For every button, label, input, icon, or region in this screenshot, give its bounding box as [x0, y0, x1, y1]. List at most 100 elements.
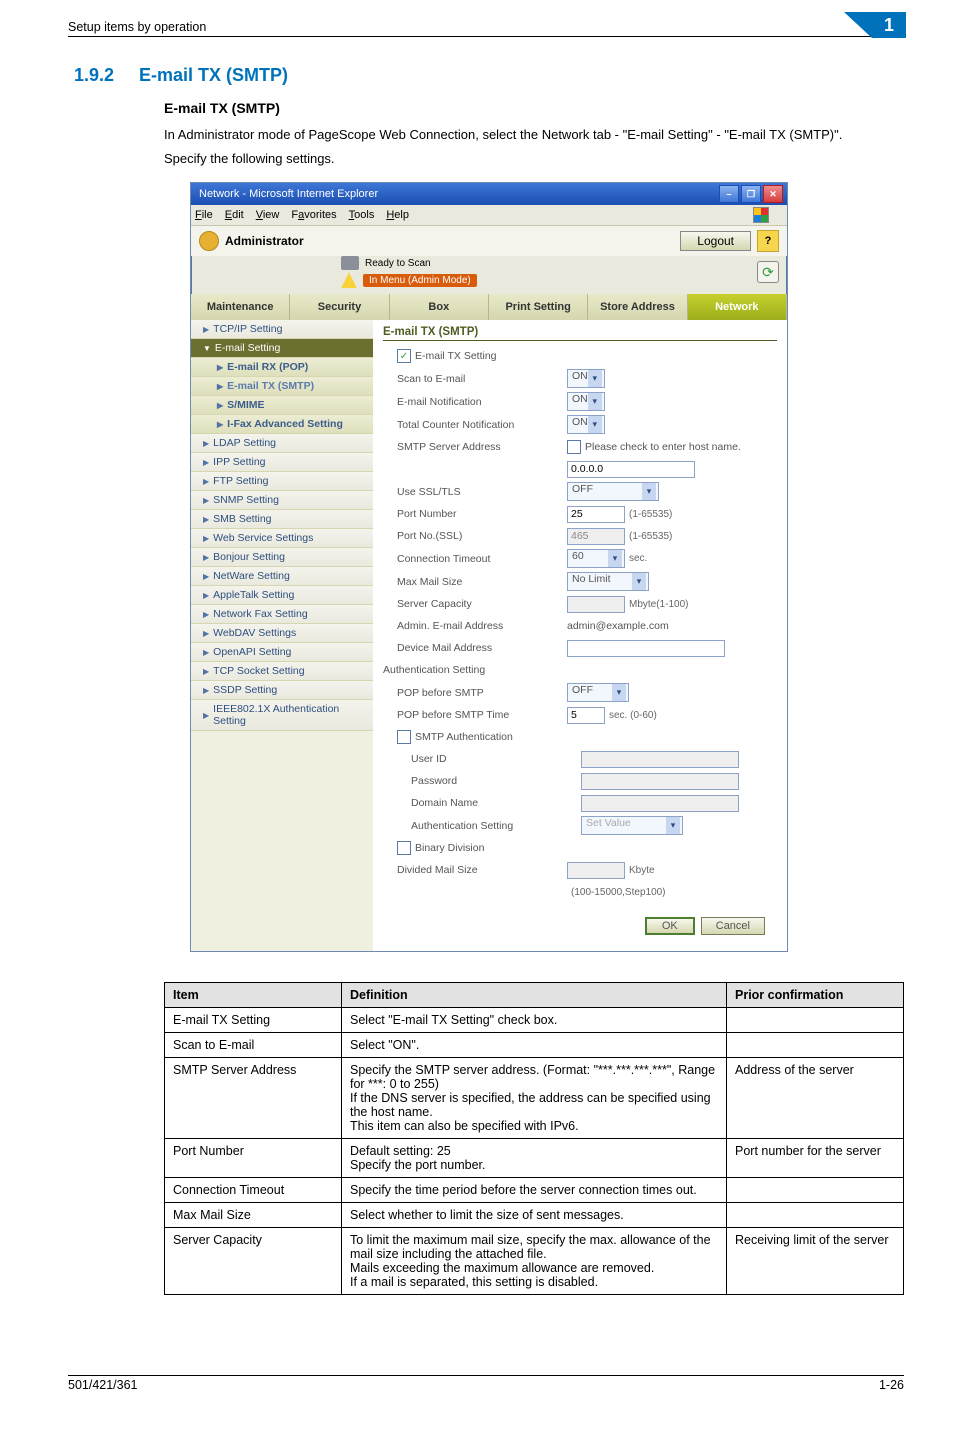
sidebar-item-ftp[interactable]: FTP Setting [191, 472, 373, 491]
ok-button[interactable]: OK [645, 917, 695, 935]
bin-div-checkbox[interactable] [397, 841, 411, 855]
cell-prior: Address of the server [727, 1058, 904, 1139]
sidebar-item-ieee[interactable]: IEEE802.1X Authentication Setting [191, 700, 373, 731]
cell-prior: Port number for the server [727, 1139, 904, 1178]
smtp-auth-checkbox[interactable] [397, 730, 411, 744]
sidebar-item-ws[interactable]: Web Service Settings [191, 529, 373, 548]
menu-bar: FFileile Edit View Favorites Tools Help [191, 205, 787, 226]
dev-mail-input[interactable] [567, 640, 725, 657]
cell-prior [727, 1178, 904, 1203]
tab-box[interactable]: Box [390, 294, 489, 320]
scan-to-email-select[interactable]: ON [567, 369, 605, 388]
pop-before-select[interactable]: OFF [567, 683, 629, 702]
sidebar-item-snmp[interactable]: SNMP Setting [191, 491, 373, 510]
email-notif-select[interactable]: ON [567, 392, 605, 411]
reload-icon[interactable]: ⟳ [757, 261, 779, 283]
use-ssl-select[interactable]: OFF [567, 482, 659, 501]
sidebar-item-ldap[interactable]: LDAP Setting [191, 434, 373, 453]
sidebar-item-tcp[interactable]: TCP/IP Setting [191, 320, 373, 339]
logout-button[interactable]: Logout [680, 231, 751, 251]
pop-time-input[interactable] [567, 707, 605, 724]
sidebar-item-appletalk[interactable]: AppleTalk Setting [191, 586, 373, 605]
menu-tools[interactable]: Tools [349, 209, 375, 221]
status-ready: Ready to Scan [365, 258, 431, 269]
port-ssl-range: (1-65535) [629, 531, 672, 542]
user-id-input[interactable] [581, 751, 739, 768]
sidebar-item-openapi[interactable]: OpenAPI Setting [191, 643, 373, 662]
sidebar-item-smb[interactable]: SMB Setting [191, 510, 373, 529]
div-mail-input[interactable] [567, 862, 625, 879]
menu-favorites[interactable]: Favorites [291, 209, 336, 221]
chapter-number: 1 [872, 12, 906, 38]
smtp-addr-label: SMTP Server Address [397, 441, 567, 453]
domain-input[interactable] [581, 795, 739, 812]
dev-mail-label: Device Mail Address [397, 642, 567, 654]
smtp-addr-input[interactable] [567, 461, 695, 478]
sidebar-item-bonjour[interactable]: Bonjour Setting [191, 548, 373, 567]
user-id-label: User ID [397, 753, 581, 765]
menu-view[interactable]: View [256, 209, 280, 221]
max-mail-select[interactable]: No Limit [567, 572, 649, 591]
tab-security[interactable]: Security [290, 294, 389, 320]
pop-time-unit: sec. (0-60) [609, 710, 657, 721]
table-row: SMTP Server AddressSpecify the SMTP serv… [165, 1058, 904, 1139]
window-close-button[interactable]: ✕ [763, 185, 783, 203]
table-row: Connection TimeoutSpecify the time perio… [165, 1178, 904, 1203]
cell-item: Scan to E-mail [165, 1033, 342, 1058]
cell-item: Server Capacity [165, 1228, 342, 1295]
port-ssl-input[interactable] [567, 528, 625, 545]
menu-help[interactable]: Help [386, 209, 409, 221]
total-counter-select[interactable]: ON [567, 415, 605, 434]
sidebar-item-email-rx[interactable]: E-mail RX (POP) [191, 358, 373, 377]
help-icon[interactable]: ? [757, 230, 779, 252]
sidebar-item-smime[interactable]: S/MIME [191, 396, 373, 415]
sidebar-item-webdav[interactable]: WebDAV Settings [191, 624, 373, 643]
cell-item: Port Number [165, 1139, 342, 1178]
password-input[interactable] [581, 773, 739, 790]
section-title: E-mail TX (SMTP) [139, 65, 288, 85]
port-num-input[interactable] [567, 506, 625, 523]
srv-cap-label: Server Capacity [397, 598, 567, 610]
tab-print-setting[interactable]: Print Setting [489, 294, 588, 320]
host-name-checkbox[interactable] [567, 440, 581, 454]
tab-network[interactable]: Network [688, 294, 787, 320]
sidebar-item-ssdp[interactable]: SSDP Setting [191, 681, 373, 700]
port-ssl-label: Port No.(SSL) [397, 530, 567, 542]
auth-setting2-select[interactable]: Set Value [581, 816, 683, 835]
use-ssl-label: Use SSL/TLS [397, 486, 567, 498]
email-tx-checkbox[interactable]: ✓ [397, 349, 411, 363]
content-title: E-mail TX (SMTP) [383, 326, 777, 341]
tab-store-address[interactable]: Store Address [588, 294, 687, 320]
sidebar-item-tcpsocket[interactable]: TCP Socket Setting [191, 662, 373, 681]
cell-definition: Specify the time period before the serve… [342, 1178, 727, 1203]
window-max-button[interactable]: ❐ [741, 185, 761, 203]
section-number: 1.9.2 [74, 65, 134, 86]
window-min-button[interactable]: – [719, 185, 739, 203]
sidebar-item-netfax[interactable]: Network Fax Setting [191, 605, 373, 624]
sidebar-item-ifax[interactable]: I-Fax Advanced Setting [191, 415, 373, 434]
table-row: Scan to E-mailSelect "ON". [165, 1033, 904, 1058]
content-pane: E-mail TX (SMTP) ✓ E-mail TX Setting Sca… [373, 320, 787, 951]
admin-icon [199, 231, 219, 251]
sidebar-item-email-tx[interactable]: E-mail TX (SMTP) [191, 377, 373, 396]
paragraph-2: Specify the following settings. [164, 150, 904, 168]
chapter-badge: 1 [844, 12, 904, 38]
menu-edit[interactable]: Edit [225, 209, 244, 221]
cell-definition: To limit the maximum mail size, specify … [342, 1228, 727, 1295]
sidebar-item-netware[interactable]: NetWare Setting [191, 567, 373, 586]
pop-before-label: POP before SMTP [397, 687, 567, 699]
admin-email-value: admin@example.com [567, 620, 669, 632]
srv-cap-input[interactable] [567, 596, 625, 613]
table-row: Server CapacityTo limit the maximum mail… [165, 1228, 904, 1295]
sidebar-item-email[interactable]: E-mail Setting [191, 339, 373, 358]
cancel-button[interactable]: Cancel [701, 917, 765, 935]
total-counter-label: Total Counter Notification [397, 419, 567, 431]
cell-item: Max Mail Size [165, 1203, 342, 1228]
tab-maintenance[interactable]: Maintenance [191, 294, 290, 320]
conn-to-select[interactable]: 60 [567, 549, 625, 568]
menu-file[interactable]: FFileile [195, 209, 213, 221]
sidebar-item-ipp[interactable]: IPP Setting [191, 453, 373, 472]
cell-prior [727, 1033, 904, 1058]
footer-right: 1-26 [879, 1378, 904, 1392]
header-bar: Administrator Logout ? [191, 226, 787, 256]
